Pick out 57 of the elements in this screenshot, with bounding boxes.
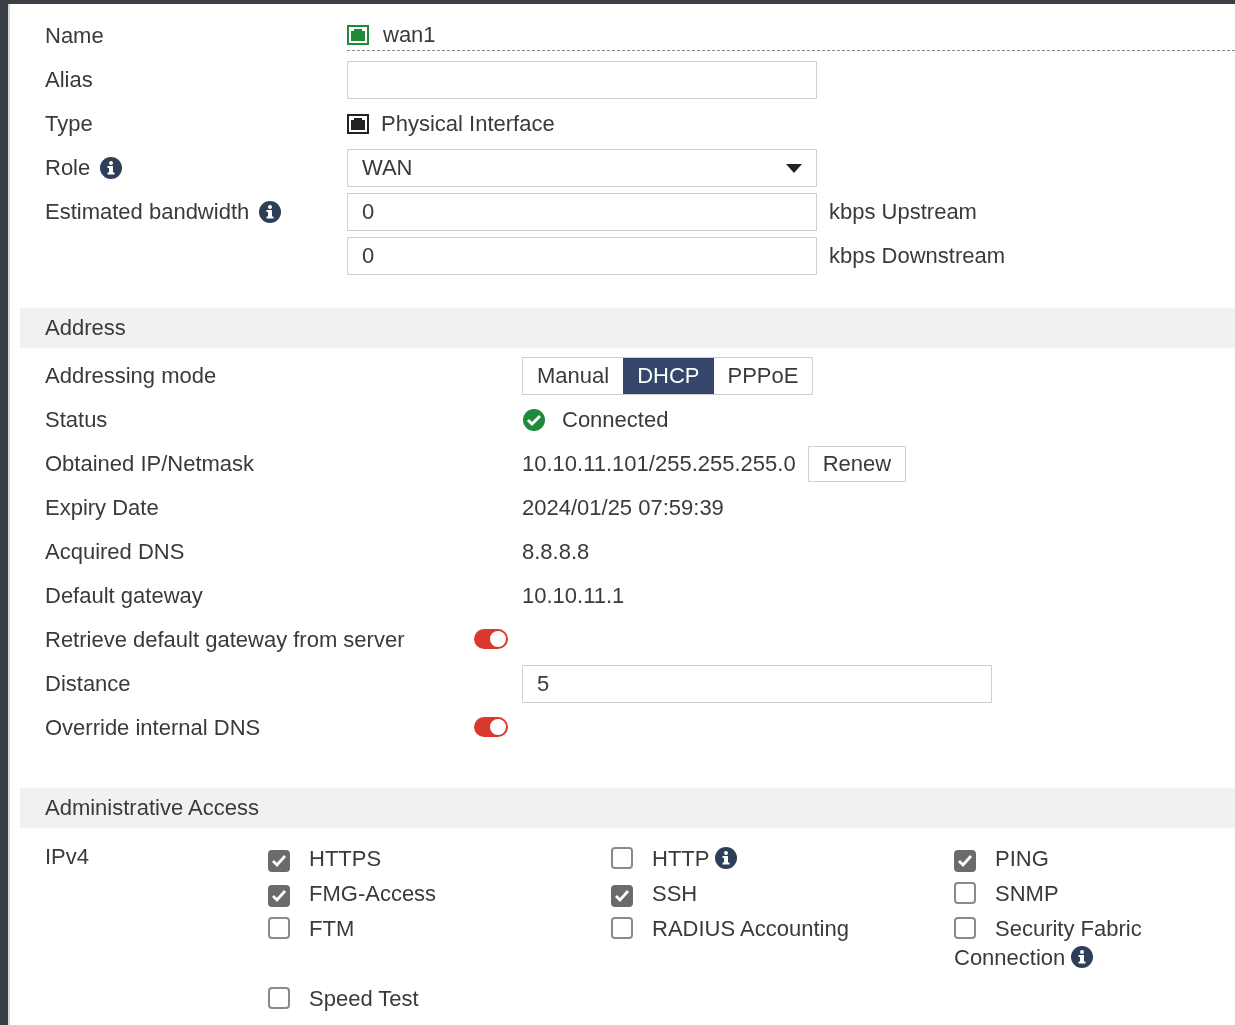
check-icon bbox=[271, 888, 287, 904]
mode-tab[interactable]: DHCP bbox=[623, 358, 714, 394]
check-icon bbox=[957, 853, 973, 869]
access-checkbox[interactable]: Security Fabric Connection bbox=[944, 914, 1194, 972]
access-checkbox[interactable]: SNMP bbox=[944, 879, 1194, 908]
status-text: Connected bbox=[562, 407, 669, 433]
access-checkbox[interactable]: FMG-Access bbox=[268, 879, 508, 908]
info-icon[interactable] bbox=[259, 201, 282, 223]
field-label: Role bbox=[45, 155, 91, 181]
field-label: Distance bbox=[45, 671, 131, 697]
check-icon bbox=[271, 853, 287, 869]
field-value: 8.8.8.8 bbox=[522, 539, 590, 565]
unit-label: kbps Upstream bbox=[829, 199, 977, 225]
field-label: Retrieve default gateway from server bbox=[45, 627, 405, 653]
field-label: Status bbox=[45, 407, 108, 433]
interface-name-link[interactable]: wan1 bbox=[347, 21, 1235, 51]
access-checkbox[interactable]: PING bbox=[944, 844, 1194, 873]
field-label: Default gateway bbox=[45, 583, 203, 609]
field-label: Obtained IP/Netmask bbox=[45, 451, 255, 477]
access-checkbox[interactable]: FTM bbox=[268, 914, 508, 972]
check-icon bbox=[614, 888, 630, 904]
access-checkbox[interactable]: Speed Test bbox=[268, 984, 508, 1013]
toggle-switch[interactable] bbox=[474, 629, 508, 649]
field-label: IPv4 bbox=[45, 844, 91, 871]
field-label: Acquired DNS bbox=[45, 539, 185, 565]
unit-label: kbps Downstream bbox=[829, 243, 1006, 269]
field-label: Name bbox=[45, 23, 104, 49]
field-label: Alias bbox=[45, 67, 93, 93]
info-icon[interactable] bbox=[1071, 946, 1094, 968]
access-checkbox[interactable]: HTTPS bbox=[268, 844, 508, 873]
network-port-icon bbox=[347, 114, 369, 134]
network-port-icon bbox=[347, 24, 369, 45]
text-input[interactable]: 0 bbox=[347, 237, 817, 275]
text-input[interactable]: 5 bbox=[522, 665, 992, 703]
access-checkbox[interactable]: HTTP bbox=[611, 844, 851, 873]
text-input[interactable] bbox=[347, 61, 817, 99]
info-icon[interactable] bbox=[100, 157, 123, 179]
caret-icon bbox=[786, 163, 802, 173]
field-label: Override internal DNS bbox=[45, 715, 261, 741]
access-checkbox[interactable]: RADIUS Accounting bbox=[611, 914, 851, 972]
field-value: 10.10.11.1 bbox=[522, 583, 625, 609]
check-circle-icon bbox=[522, 408, 546, 432]
toggle-switch[interactable] bbox=[474, 717, 508, 737]
access-checkbox[interactable]: SSH bbox=[611, 879, 851, 908]
section-header: Administrative Access bbox=[20, 788, 1235, 828]
section-header: Address bbox=[20, 308, 1235, 348]
renew-button[interactable]: Renew bbox=[807, 446, 907, 482]
field-value: 2024/01/25 07:59:39 bbox=[522, 495, 724, 521]
field-label: Estimated bandwidth bbox=[45, 199, 250, 225]
role-select[interactable]: WAN bbox=[347, 149, 817, 187]
field-value: 10.10.11.101/255.255.255.0 bbox=[522, 451, 796, 477]
field-label: Expiry Date bbox=[45, 495, 159, 521]
text-input[interactable]: 0 bbox=[347, 193, 817, 231]
field-label: Type bbox=[45, 111, 93, 137]
field-label: Addressing mode bbox=[45, 363, 217, 389]
info-icon[interactable] bbox=[715, 847, 738, 869]
interface-type: Physical Interface bbox=[381, 111, 555, 137]
